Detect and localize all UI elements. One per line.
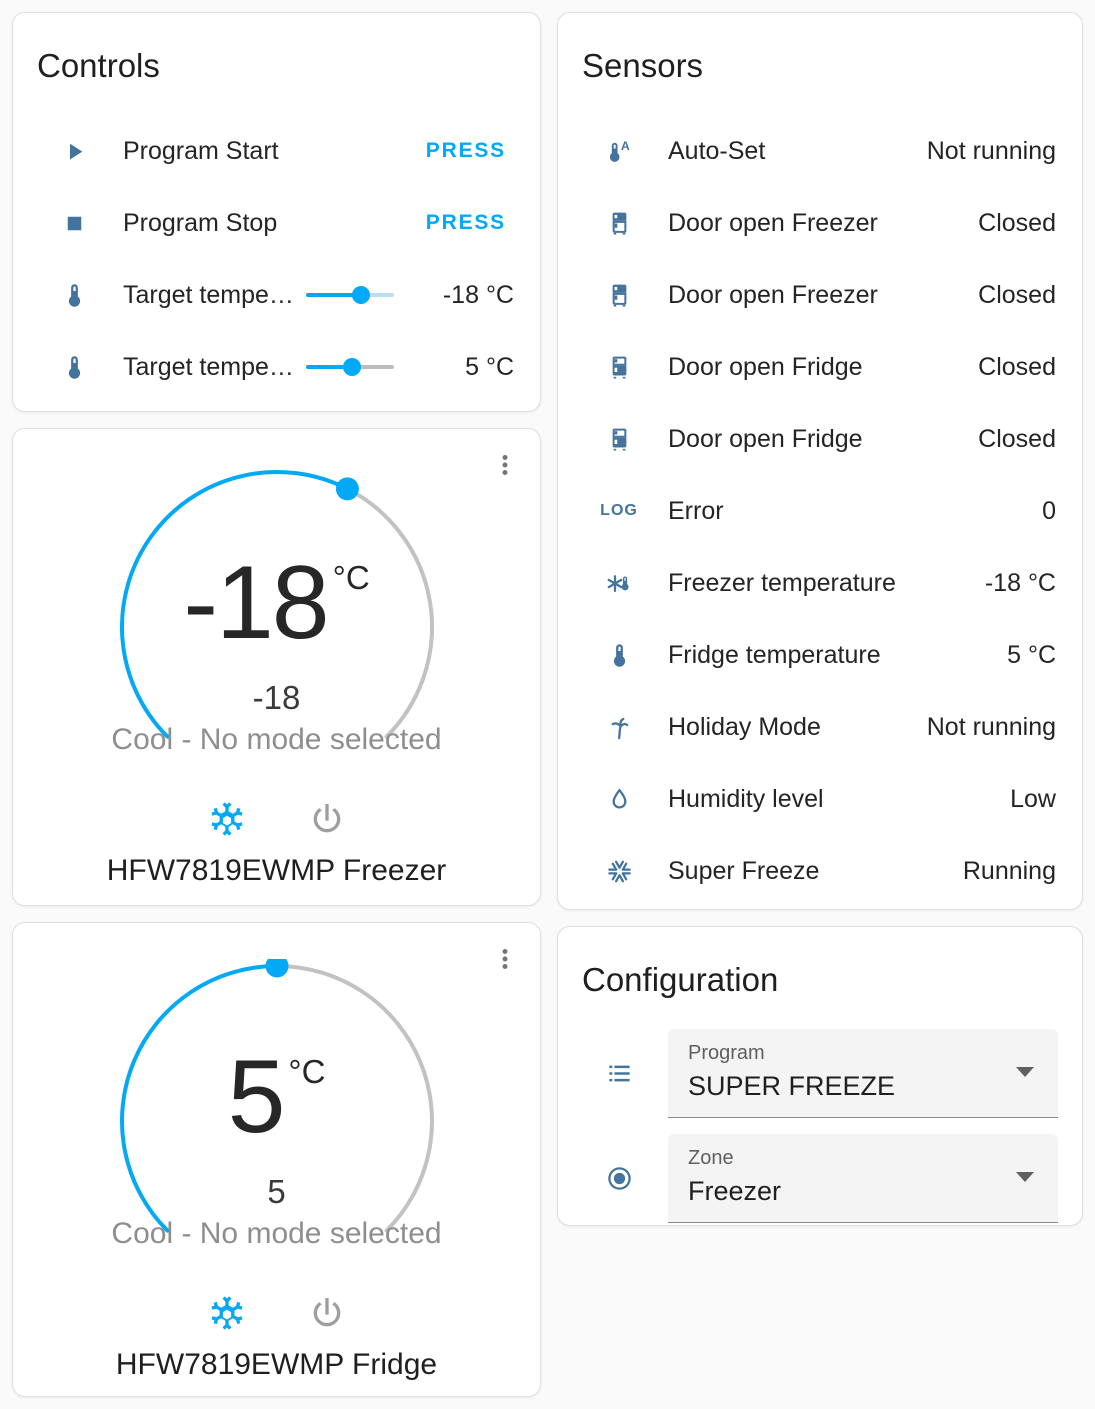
thermometer-icon [57, 282, 91, 309]
select-label: Zone [688, 1147, 734, 1169]
water-drop-icon [602, 786, 636, 813]
snowflake-thermometer-icon [602, 570, 636, 597]
sensor-row-door-open-fridge[interactable]: Door open Fridge Closed [558, 331, 1082, 403]
thermometer-auto-icon [602, 138, 636, 165]
sensor-state: 0 [1042, 496, 1056, 525]
sensor-state: 5 °C [1007, 640, 1056, 669]
sensor-row-super-freeze[interactable]: Super Freeze Running [558, 835, 1082, 907]
config-row-zone: Zone Freezer [602, 1134, 1058, 1223]
log-icon: LOG [600, 502, 638, 519]
palm-tree-icon [602, 714, 636, 741]
select-value: Freezer [688, 1176, 782, 1206]
fridge-bottom-icon [602, 426, 636, 453]
thermostat-dial: -18 °C -18 Cool - No mode selected [104, 465, 450, 783]
control-label: Target temperatur… [123, 280, 298, 309]
press-button[interactable]: PRESS [418, 205, 514, 241]
control-value: 5 °C [465, 352, 514, 381]
card-title: Sensors [582, 47, 704, 84]
power-off-icon[interactable] [307, 1293, 347, 1336]
control-label: Program Start [123, 136, 279, 165]
sensor-state: Not running [926, 712, 1056, 741]
current-temperature: -18 [252, 679, 301, 716]
sensor-row-door-open-freezer[interactable]: Door open Freezer Closed [558, 187, 1082, 259]
current-temperature: 5 [267, 1173, 286, 1210]
sensor-state: Closed [978, 352, 1056, 381]
thermostat-card-fridge: 5 °C 5 Cool - No mode selected HFW7819EW… [12, 922, 541, 1397]
play-icon [57, 138, 91, 165]
hvac-mode-text: Cool - No mode selected [111, 723, 442, 756]
slider-knob[interactable] [342, 358, 361, 376]
power-off-icon[interactable] [307, 799, 347, 842]
sensor-row-error[interactable]: LOG Error 0 [558, 475, 1082, 547]
temperature-unit: °C [288, 1053, 326, 1090]
configuration-card: Configuration Program SUPER FREEZE Zone … [557, 926, 1083, 1226]
more-options-icon[interactable] [484, 449, 526, 484]
select-value: SUPER FREEZE [688, 1071, 896, 1101]
zone-select[interactable]: Zone Freezer [668, 1134, 1058, 1223]
select-label: Program [688, 1042, 765, 1064]
target-temperature: 5 [227, 1039, 286, 1155]
radiobox-marked-icon [602, 1165, 636, 1192]
sensor-state: Closed [978, 280, 1056, 309]
press-button[interactable]: PRESS [418, 133, 514, 169]
sensor-row-fridge-temperature[interactable]: Fridge temperature 5 °C [558, 619, 1082, 691]
target-temperature: -18 [183, 545, 329, 661]
sensor-row-auto-set[interactable]: Auto-Set Not running [558, 115, 1082, 187]
sensor-state: Closed [978, 208, 1056, 237]
thermometer-icon [57, 354, 91, 381]
sensor-row-freezer-temperature[interactable]: Freezer temperature -18 °C [558, 547, 1082, 619]
sensor-state: Closed [978, 424, 1056, 453]
card-title: Controls [37, 47, 160, 84]
snowflake-icon [602, 858, 636, 885]
dropdown-caret-icon [1016, 1172, 1034, 1182]
thermostat-name: HFW7819EWMP Fridge [115, 1348, 438, 1381]
target-temp-slider[interactable] [306, 285, 394, 305]
sensor-state: -18 °C [984, 568, 1056, 597]
more-options-icon[interactable] [484, 943, 526, 978]
thermostat-card-freezer: -18 °C -18 Cool - No mode selected HFW78… [12, 428, 541, 906]
sensor-row-humidity-level[interactable]: Humidity level Low [558, 763, 1082, 835]
control-label: Target temperatur… [123, 352, 298, 381]
slider-knob[interactable] [352, 286, 371, 304]
sensor-state: Running [962, 856, 1056, 885]
list-icon [602, 1060, 636, 1087]
sensors-card: Sensors Auto-Set Not running Door open F… [557, 12, 1083, 910]
temperature-unit: °C [332, 559, 370, 596]
stop-icon [57, 210, 91, 237]
control-row-target-temp-freezer[interactable]: Target temperatur… -18 °C [13, 259, 540, 331]
dashboard: Controls Program Start PRESS Program Sto… [0, 0, 1095, 1409]
thermostat-name: HFW7819EWMP Freezer [106, 854, 447, 887]
control-row-program-start[interactable]: Program Start PRESS [13, 115, 540, 187]
sensor-state: Not running [926, 136, 1056, 165]
cool-mode-snowflake-icon[interactable] [207, 799, 247, 842]
target-temp-slider[interactable] [306, 357, 394, 377]
program-select[interactable]: Program SUPER FREEZE [668, 1029, 1058, 1118]
fridge-bottom-icon [602, 354, 636, 381]
sensor-row-door-open-freezer[interactable]: Door open Freezer Closed [558, 259, 1082, 331]
card-title: Configuration [582, 961, 779, 998]
fridge-top-icon [602, 210, 636, 237]
sensor-state: Low [1010, 784, 1056, 813]
cool-mode-snowflake-icon[interactable] [207, 1293, 247, 1336]
hvac-mode-text: Cool - No mode selected [111, 1217, 442, 1250]
dropdown-caret-icon [1016, 1067, 1034, 1077]
controls-card: Controls Program Start PRESS Program Sto… [12, 12, 541, 412]
control-value: -18 °C [442, 280, 514, 309]
thermometer-icon [602, 642, 636, 669]
thermostat-dial: 5 °C 5 Cool - No mode selected [104, 959, 450, 1277]
control-label: Program Stop [123, 208, 278, 237]
sensor-row-holiday-mode[interactable]: Holiday Mode Not running [558, 691, 1082, 763]
sensor-row-door-open-fridge[interactable]: Door open Fridge Closed [558, 403, 1082, 475]
config-row-program: Program SUPER FREEZE [602, 1029, 1058, 1118]
fridge-top-icon [602, 282, 636, 309]
control-row-target-temp-fridge[interactable]: Target temperatur… 5 °C [13, 331, 540, 403]
control-row-program-stop[interactable]: Program Stop PRESS [13, 187, 540, 259]
